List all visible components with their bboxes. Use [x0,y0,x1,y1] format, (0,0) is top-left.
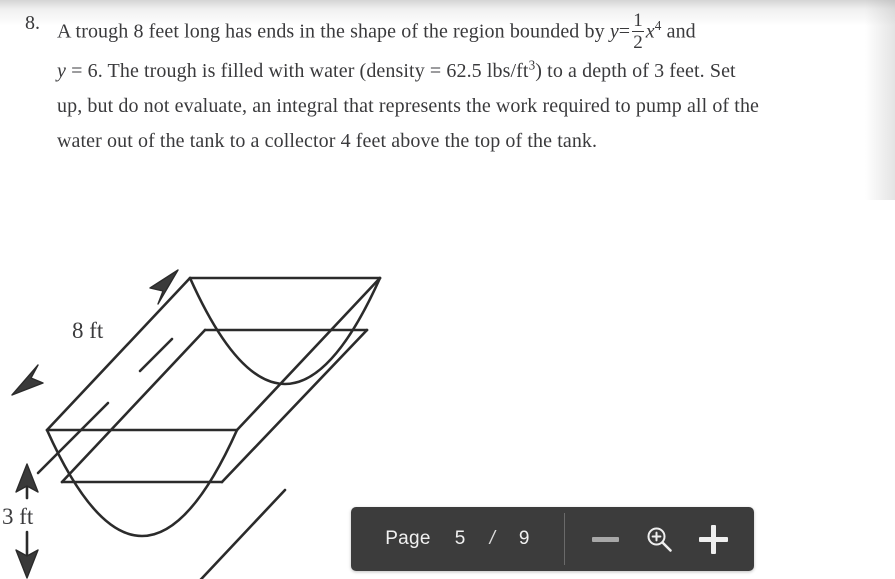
zoom-out-button[interactable] [584,531,627,548]
problem-line-2: y = 6. The trough is filled with water (… [57,54,889,89]
equation-y-variable: y [609,20,619,43]
fraction-numerator: 1 [633,10,643,31]
equation-equals-sign: = [618,20,631,43]
magnifier-plus-icon [647,527,672,552]
length-arrow-upper-shaft [138,337,174,373]
equation-y-variable-2: y [57,59,66,82]
problem-line-2-tail: ) to a depth of 3 feet. Set [535,59,736,82]
problem-text-body: A trough 8 feet long has ends in the sha… [57,11,889,159]
body-water-left-edge [60,328,207,484]
problem-line-4: water out of the tank to a collector 4 f… [57,129,598,152]
scanned-page-surface: 8. A trough 8 feet long has ends in the … [0,0,895,579]
fraction-denominator: 2 [633,32,643,54]
body-top-right-edge [235,276,382,432]
total-page-count: 9 [518,528,530,549]
zoom-magnifier-button[interactable] [636,518,682,560]
plus-icon [698,524,728,554]
problem-line-1-conjunction: and [666,20,696,43]
length-dimension-label: 8 ft [72,318,104,343]
equation-x-exponent: 4 [654,17,662,33]
depth-dimension-label: 3 ft [2,504,34,529]
body-top-left-edge [45,276,192,432]
equation-x-variable: x [645,20,655,43]
zoom-in-button[interactable] [691,519,736,560]
problem-line-1: A trough 8 feet long has ends in the sha… [57,11,889,54]
problem-line-3: up, but do not evaluate, an integral tha… [57,94,760,117]
equation-y-equals-six: = 6 [71,59,98,82]
length-arrow-lower-shaft [36,401,110,475]
minus-icon [591,536,619,542]
problem-line-2-text: . The trough is filled with water (densi… [97,59,529,82]
body-bottom-edge [199,488,287,579]
length-arrow-head-lower [11,364,44,396]
length-arrow-head-upper [149,269,179,305]
page-navigation-toolbar: Page 5 / 9 [351,507,754,571]
problem-line-1-text: A trough 8 feet long has ends in the sha… [57,20,605,43]
page-separator: / [489,528,495,549]
page-label: Page [385,528,431,549]
problem-number: 8. [25,12,40,34]
body-water-right-edge [220,328,369,484]
current-page-number[interactable]: 5 [455,528,466,550]
page-indicator-group[interactable]: Page 5 / 9 [351,507,564,571]
fraction-one-half: 12 [631,11,645,53]
zoom-controls-group [565,507,754,571]
